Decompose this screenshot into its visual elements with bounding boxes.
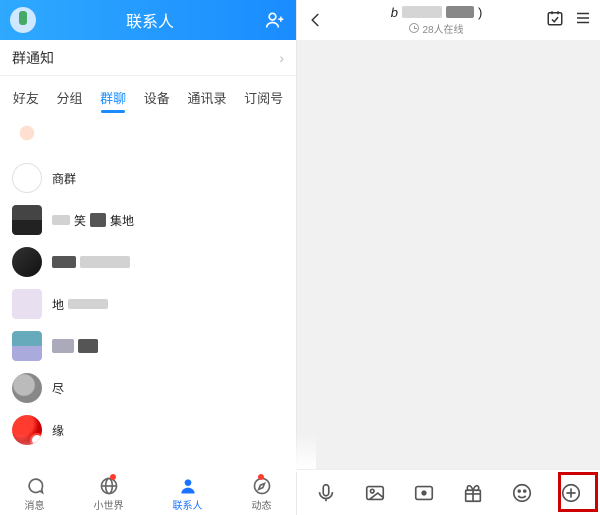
group-avatar [12,163,42,193]
list-item[interactable]: 笑集地 [0,199,296,241]
gift-icon[interactable] [460,480,486,506]
nav-动态[interactable]: 动态 [252,476,272,512]
list-item[interactable]: 缘 [0,409,296,451]
tab-通讯录[interactable]: 通讯录 [185,84,228,115]
group-notice-label: 群通知 [12,48,54,68]
obscured-text [446,6,474,18]
image-icon[interactable] [362,480,388,506]
group-avatar [12,373,42,403]
topbar: 联系人 [0,0,296,40]
group-list: 商群笑集地地尽缘 [0,115,296,471]
group-name: 笑集地 [52,212,134,229]
group-name: 尽 [52,380,64,397]
voice-icon[interactable] [313,480,339,506]
list-item[interactable]: 地 [0,283,296,325]
tab-分组[interactable]: 分组 [54,84,84,115]
nav-小世界[interactable]: 小世界 [94,476,124,512]
emoji-icon[interactable] [509,480,535,506]
tab-好友[interactable]: 好友 [11,84,41,115]
tab-设备[interactable]: 设备 [142,84,172,115]
group-name: 地 [52,296,108,313]
tab-群聊[interactable]: 群聊 [98,84,128,115]
group-name: 缘 [52,422,64,439]
list-item[interactable] [0,241,296,283]
album-icon[interactable] [411,480,437,506]
calendar-check-icon[interactable] [546,9,564,32]
plus-icon[interactable] [558,480,584,506]
chat-title-tail: ) [478,5,482,20]
contacts-panel: 联系人 群通知 › 好友分组群聊设备通讯录订阅号 商群笑集地地尽缘 消息 小世界 联… [0,0,297,515]
group-notice-row[interactable]: 群通知 › [0,40,296,76]
back-icon[interactable] [305,11,327,29]
nav-消息[interactable]: 消息 [25,476,45,512]
chat-topbar: b ) 28人在线 [297,0,600,40]
list-item[interactable]: 尽 [0,367,296,409]
bottom-nav: 消息 小世界 联系人 动态 [0,471,296,515]
group-avatar [12,205,42,235]
obscured-text [402,6,442,18]
list-item[interactable]: 商群 [0,157,296,199]
page-title: 联系人 [36,8,264,32]
chevron-right-icon: › [279,50,284,66]
group-avatar [12,415,42,445]
nav-联系人[interactable]: 联系人 [173,476,203,512]
group-avatar [12,289,42,319]
online-count: 28人在线 [409,21,463,36]
clock-icon [409,23,419,33]
chat-body[interactable] [297,40,600,469]
chat-title-area: b ) 28人在线 [333,5,540,36]
group-name [52,339,98,353]
chat-inputbar [297,469,600,515]
group-name: 商群 [52,170,76,187]
tabs: 好友分组群聊设备通讯录订阅号 [0,76,296,115]
group-avatar [12,121,42,151]
tab-订阅号[interactable]: 订阅号 [242,84,285,115]
group-name [52,256,130,268]
list-item[interactable] [0,115,296,157]
group-avatar [12,247,42,277]
group-avatar [12,331,42,361]
menu-icon[interactable] [574,9,592,32]
user-avatar[interactable] [10,7,36,33]
add-friend-icon[interactable] [264,9,286,31]
list-item[interactable] [0,325,296,367]
chat-panel: b ) 28人在线 [297,0,600,515]
